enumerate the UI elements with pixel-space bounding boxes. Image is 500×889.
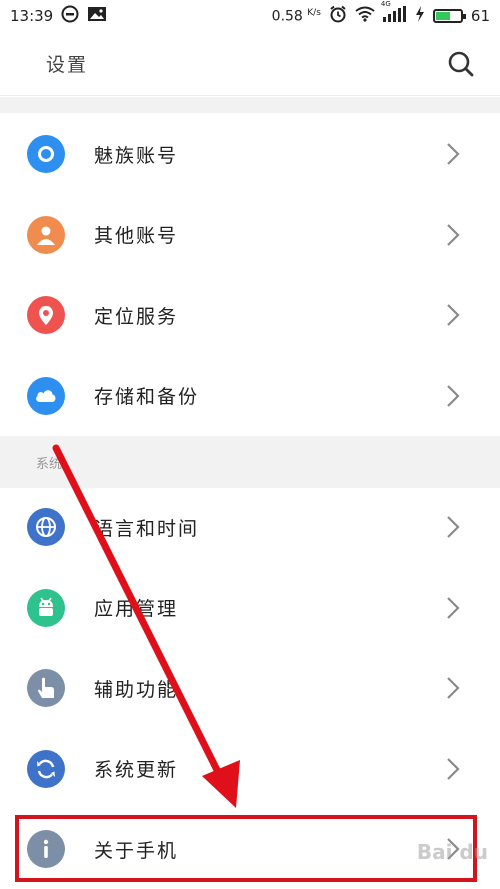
image-icon xyxy=(87,6,107,26)
battery-icon xyxy=(432,9,466,23)
status-bar: 13:39 0.58 K/s 4G 61 xyxy=(0,0,500,32)
settings-item-label: 应用管理 xyxy=(94,598,179,620)
battery-fill xyxy=(435,12,450,20)
settings-item-label: 魅族账号 xyxy=(94,144,179,167)
refresh-icon xyxy=(27,749,65,788)
section-gap xyxy=(0,97,500,113)
highlight-box xyxy=(15,815,477,882)
chevron-right-icon xyxy=(447,596,460,619)
section-header-system: 系统 xyxy=(0,436,500,488)
settings-item-label: 语言和时间 xyxy=(94,517,200,540)
settings-item-label: 系统更新 xyxy=(94,759,179,781)
settings-item-label: 其他账号 xyxy=(94,225,179,247)
settings-item-storage-backup[interactable]: 存储和备份 xyxy=(0,356,500,436)
charging-icon xyxy=(415,6,425,26)
search-icon xyxy=(448,51,474,76)
hand-pointer-icon xyxy=(27,669,65,707)
search-button[interactable] xyxy=(444,47,478,81)
chevron-right-icon xyxy=(447,304,460,326)
flyme-account-icon xyxy=(27,135,65,173)
settings-item-label: 定位服务 xyxy=(94,305,179,328)
chevron-right-icon xyxy=(447,143,460,165)
settings-item-accessibility[interactable]: 辅助功能 xyxy=(0,648,500,728)
chevron-right-icon xyxy=(447,757,460,780)
settings-item-language-time[interactable]: 语言和时间 xyxy=(0,487,500,567)
signal-type: 4G xyxy=(380,0,391,8)
location-pin-icon xyxy=(27,296,65,334)
watermark: Bai du xyxy=(416,840,488,864)
alarm-icon xyxy=(329,5,347,27)
page-title: 设置 xyxy=(46,54,89,76)
settings-item-app-management[interactable]: 应用管理 xyxy=(0,568,500,648)
net-unit: K/s xyxy=(307,7,321,18)
settings-item-system-update[interactable]: 系统更新 xyxy=(0,729,500,809)
android-icon xyxy=(27,588,65,627)
settings-item-label: 存储和备份 xyxy=(94,386,200,408)
wifi-icon xyxy=(355,6,375,26)
cloud-icon xyxy=(27,376,65,415)
settings-item-other-accounts[interactable]: 其他账号 xyxy=(0,195,500,275)
chevron-right-icon xyxy=(447,384,460,407)
chat-icon xyxy=(61,5,79,27)
settings-item-location[interactable]: 定位服务 xyxy=(0,275,500,355)
status-time: 13:39 xyxy=(10,7,54,25)
chevron-right-icon xyxy=(447,516,460,538)
settings-item-label: 辅助功能 xyxy=(94,678,179,701)
chevron-right-icon xyxy=(447,677,460,699)
person-icon xyxy=(27,215,65,254)
globe-icon xyxy=(27,508,65,546)
battery-level: 61 xyxy=(470,7,490,25)
net-speed: 0.58 xyxy=(271,8,303,25)
signal-icon: 4G xyxy=(381,0,407,26)
settings-item-flyme-account[interactable]: 魅族账号 xyxy=(0,114,500,194)
app-bar: 设置 xyxy=(0,32,500,96)
chevron-right-icon xyxy=(447,223,460,246)
section-header-label: 系统 xyxy=(36,456,63,472)
